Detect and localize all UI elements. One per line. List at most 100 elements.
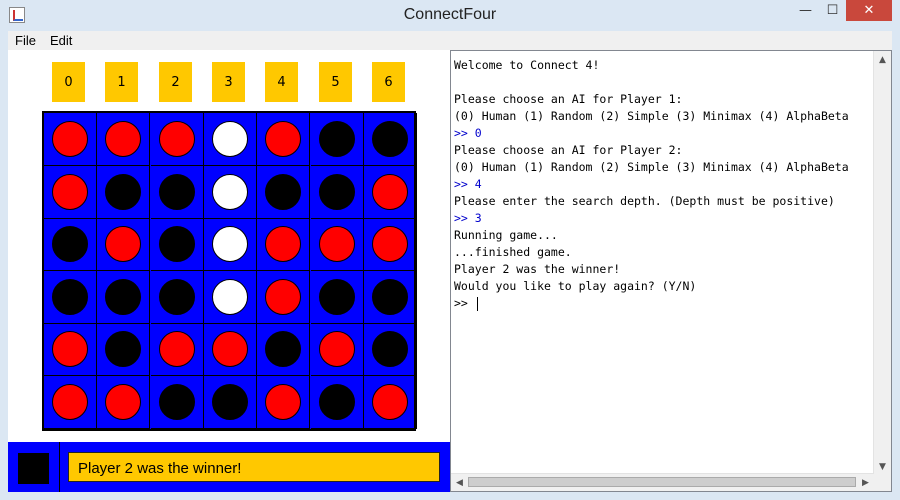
board-cell[interactable] bbox=[363, 165, 417, 219]
column-button-5[interactable]: 5 bbox=[319, 62, 352, 102]
status-message: Player 2 was the winner! bbox=[68, 452, 440, 482]
red-disc bbox=[265, 226, 302, 263]
console-panel[interactable]: Welcome to Connect 4! Please choose an A… bbox=[450, 50, 892, 492]
column-button-6[interactable]: 6 bbox=[372, 62, 405, 102]
board-cell[interactable] bbox=[257, 165, 311, 219]
text-caret bbox=[476, 296, 478, 311]
board-cell[interactable] bbox=[203, 218, 257, 272]
console-output-line: Running game... bbox=[454, 228, 558, 242]
scroll-corner bbox=[874, 474, 891, 491]
board-cell[interactable] bbox=[44, 113, 97, 166]
horizontal-scroll-thumb[interactable] bbox=[468, 477, 856, 487]
board-cell[interactable] bbox=[150, 323, 204, 377]
board-cell[interactable] bbox=[257, 323, 311, 377]
black-disc bbox=[265, 173, 302, 210]
black-disc bbox=[158, 226, 195, 263]
white-disc bbox=[211, 121, 248, 157]
board-cell[interactable] bbox=[44, 376, 97, 429]
scroll-down-icon[interactable]: ▼ bbox=[874, 458, 891, 475]
black-disc bbox=[318, 121, 355, 157]
board-cell[interactable] bbox=[310, 218, 364, 272]
board-cell[interactable] bbox=[44, 323, 97, 377]
board-cell[interactable] bbox=[150, 218, 204, 272]
board-cell[interactable] bbox=[310, 376, 364, 429]
board-cell[interactable] bbox=[150, 270, 204, 324]
board-cell[interactable] bbox=[44, 165, 97, 219]
scroll-left-icon[interactable]: ◀ bbox=[451, 474, 468, 491]
minimize-button[interactable]: — bbox=[792, 0, 819, 21]
board-cell[interactable] bbox=[97, 165, 151, 219]
black-disc bbox=[371, 278, 408, 315]
vertical-scrollbar[interactable]: ▲ ▼ bbox=[873, 51, 891, 475]
console-output[interactable]: Welcome to Connect 4! Please choose an A… bbox=[454, 57, 874, 312]
console-input-line: >> 0 bbox=[454, 126, 482, 140]
board-cell[interactable] bbox=[363, 376, 417, 429]
black-disc bbox=[105, 331, 142, 368]
maximize-button[interactable]: ☐ bbox=[819, 0, 846, 21]
column-button-4[interactable]: 4 bbox=[265, 62, 298, 102]
board-cell[interactable] bbox=[203, 165, 257, 219]
white-disc bbox=[211, 173, 248, 210]
board-cell[interactable] bbox=[203, 270, 257, 324]
console-output-line: Would you like to play again? (Y/N) bbox=[454, 279, 697, 293]
black-disc bbox=[158, 173, 195, 210]
black-disc bbox=[158, 384, 195, 420]
board-cell[interactable] bbox=[97, 376, 151, 429]
red-disc bbox=[105, 121, 142, 157]
console-output-line: (0) Human (1) Random (2) Simple (3) Mini… bbox=[454, 109, 849, 123]
menu-edit[interactable]: Edit bbox=[43, 33, 79, 48]
red-disc bbox=[318, 331, 355, 368]
red-disc bbox=[158, 121, 195, 157]
red-disc bbox=[265, 121, 302, 157]
white-disc bbox=[211, 226, 248, 263]
board-cell[interactable] bbox=[97, 218, 151, 272]
board-cell[interactable] bbox=[363, 323, 417, 377]
column-button-0[interactable]: 0 bbox=[52, 62, 85, 102]
game-panel: 0123456 Player 2 was the winner! bbox=[8, 50, 450, 492]
board-cell[interactable] bbox=[203, 113, 257, 166]
board-cell[interactable] bbox=[257, 270, 311, 324]
board-cell[interactable] bbox=[44, 270, 97, 324]
horizontal-scrollbar[interactable]: ◀ ▶ bbox=[451, 473, 874, 491]
board-cell[interactable] bbox=[310, 165, 364, 219]
console-input-line: >> 3 bbox=[454, 211, 482, 225]
menu-file[interactable]: File bbox=[8, 33, 43, 48]
board-cell[interactable] bbox=[44, 218, 97, 272]
black-disc bbox=[105, 278, 142, 315]
board-cell[interactable] bbox=[97, 270, 151, 324]
board-cell[interactable] bbox=[203, 376, 257, 429]
board-cell[interactable] bbox=[310, 323, 364, 377]
board-cell[interactable] bbox=[97, 113, 151, 166]
red-disc bbox=[265, 384, 302, 420]
board-cell[interactable] bbox=[363, 113, 417, 166]
board-cell[interactable] bbox=[257, 376, 311, 429]
scroll-right-icon[interactable]: ▶ bbox=[857, 474, 874, 491]
board-cell[interactable] bbox=[97, 323, 151, 377]
board-cell[interactable] bbox=[363, 270, 417, 324]
console-output-line: Please choose an AI for Player 2: bbox=[454, 143, 683, 157]
black-disc bbox=[265, 331, 302, 368]
scroll-up-icon[interactable]: ▲ bbox=[874, 51, 891, 68]
column-button-3[interactable]: 3 bbox=[212, 62, 245, 102]
board-cell[interactable] bbox=[310, 113, 364, 166]
board-cell[interactable] bbox=[310, 270, 364, 324]
console-prompt[interactable]: >> bbox=[454, 295, 874, 312]
red-disc bbox=[105, 226, 142, 263]
console-prompt-text: >> bbox=[454, 296, 475, 310]
column-button-1[interactable]: 1 bbox=[105, 62, 138, 102]
board-cell[interactable] bbox=[257, 218, 311, 272]
console-output-line: ...finished game. bbox=[454, 245, 572, 259]
close-button[interactable]: ✕ bbox=[846, 0, 892, 21]
red-disc bbox=[105, 384, 142, 420]
board-cell[interactable] bbox=[203, 323, 257, 377]
board-cell[interactable] bbox=[150, 376, 204, 429]
title-bar[interactable]: ConnectFour — ☐ ✕ bbox=[0, 0, 900, 31]
console-output-line: Welcome to Connect 4! bbox=[454, 58, 600, 72]
board-cell[interactable] bbox=[257, 113, 311, 166]
board-cell[interactable] bbox=[150, 165, 204, 219]
board-cell[interactable] bbox=[150, 113, 204, 166]
red-disc bbox=[52, 121, 88, 157]
board-cell[interactable] bbox=[363, 218, 417, 272]
column-button-2[interactable]: 2 bbox=[159, 62, 192, 102]
